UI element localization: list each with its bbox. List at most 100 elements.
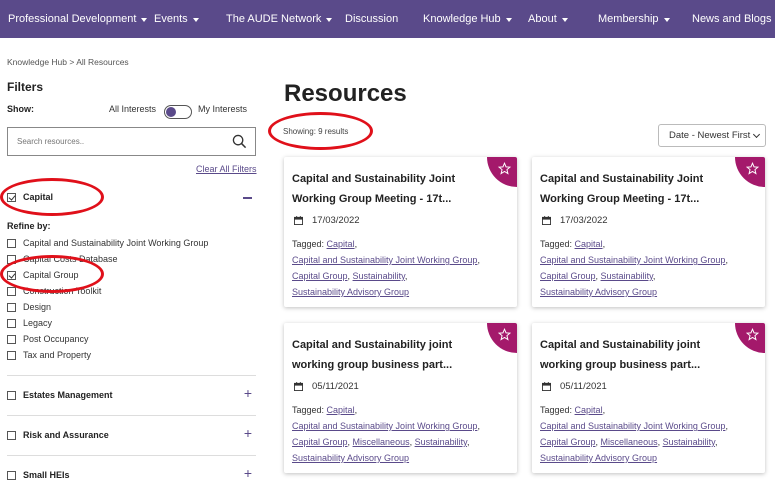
top-nav: Professional Development Events The AUDE…: [0, 0, 775, 38]
tag-link[interactable]: Capital Group: [540, 437, 596, 447]
collapse-icon[interactable]: [243, 197, 252, 199]
nav-aude-network[interactable]: The AUDE Network: [226, 0, 333, 38]
filter-checkbox[interactable]: [7, 350, 16, 360]
expand-plus-icon[interactable]: +: [244, 465, 252, 481]
filter-item[interactable]: Design: [7, 302, 51, 312]
star-icon[interactable]: [498, 162, 511, 175]
page-title: Resources: [284, 80, 407, 107]
card-title[interactable]: Capital and Sustainability Joint Working…: [540, 169, 730, 209]
filter-checkbox[interactable]: [7, 318, 16, 328]
divider: [7, 455, 256, 456]
tag-link[interactable]: Capital and Sustainability Joint Working…: [540, 255, 725, 265]
star-icon[interactable]: [746, 328, 759, 341]
resource-card[interactable]: Capital and Sustainability joint working…: [532, 323, 765, 473]
tag-link[interactable]: Capital Group: [540, 271, 596, 281]
category-checkbox[interactable]: [7, 430, 16, 440]
tagged-label: Tagged:: [540, 239, 573, 249]
filter-item[interactable]: Post Occupancy: [7, 334, 89, 344]
search-icon[interactable]: [232, 134, 247, 149]
caret-down-icon: [505, 17, 512, 22]
filter-checkbox[interactable]: [7, 286, 16, 296]
interests-toggle[interactable]: [164, 105, 192, 119]
nav-label: News and Blogs: [692, 13, 772, 25]
clear-all-filters-link[interactable]: Clear All Filters: [196, 164, 257, 174]
tag-link[interactable]: Sustainability: [415, 437, 467, 447]
tag-link[interactable]: Sustainability Advisory Group: [292, 287, 409, 297]
card-title[interactable]: Capital and Sustainability joint working…: [292, 335, 482, 375]
tag-link[interactable]: Capital: [327, 405, 355, 415]
tag-link[interactable]: Sustainability: [663, 437, 715, 447]
nav-membership[interactable]: Membership: [598, 0, 670, 38]
tag-link[interactable]: Sustainability Advisory Group: [292, 453, 409, 463]
filter-item[interactable]: Legacy: [7, 318, 52, 328]
show-label: Show:: [7, 104, 34, 114]
filter-label: Legacy: [23, 318, 53, 328]
card-date-row: 17/03/2022: [542, 215, 608, 226]
nav-label: Discussion: [345, 13, 399, 25]
expand-plus-icon[interactable]: +: [244, 425, 252, 441]
nav-professional-development[interactable]: Professional Development: [8, 0, 148, 38]
tag-link[interactable]: Capital Group: [292, 271, 348, 281]
caret-down-icon: [141, 17, 148, 22]
search-input[interactable]: [8, 128, 208, 155]
tag-link[interactable]: Sustainability Advisory Group: [540, 287, 657, 297]
toggle-knob: [166, 107, 176, 117]
category-checkbox[interactable]: [7, 390, 16, 400]
resource-card[interactable]: Capital and Sustainability joint working…: [284, 323, 517, 473]
card-date: 05/11/2021: [560, 381, 607, 392]
filter-checkbox[interactable]: [7, 334, 16, 344]
star-icon[interactable]: [498, 328, 511, 341]
tag-link[interactable]: Sustainability: [353, 271, 405, 281]
filter-checkbox[interactable]: [7, 302, 16, 312]
filter-label: Capital and Sustainability Joint Working…: [23, 238, 209, 248]
tag-link[interactable]: Capital: [575, 405, 603, 415]
nav-knowledge-hub[interactable]: Knowledge Hub: [423, 0, 512, 38]
expand-plus-icon[interactable]: +: [244, 385, 252, 401]
all-interests-label[interactable]: All Interests: [109, 104, 156, 114]
tag-link[interactable]: Sustainability: [601, 271, 653, 281]
tag-link[interactable]: Capital and Sustainability Joint Working…: [292, 255, 477, 265]
card-title[interactable]: Capital and Sustainability Joint Working…: [292, 169, 482, 209]
tag-link[interactable]: Miscellaneous: [601, 437, 658, 447]
filter-checkbox[interactable]: [7, 238, 16, 248]
category-label: Risk and Assurance: [23, 430, 109, 440]
category-risk-and-assurance[interactable]: Risk and Assurance +: [7, 425, 256, 441]
tag-link[interactable]: Capital and Sustainability Joint Working…: [292, 421, 477, 431]
tag-link[interactable]: Capital: [575, 239, 603, 249]
annotation-oval: [0, 255, 104, 293]
nav-news-and-blogs[interactable]: News and Blogs: [692, 0, 775, 38]
card-date-row: 05/11/2021: [542, 381, 607, 392]
nav-events[interactable]: Events: [154, 0, 199, 38]
calendar-icon: [294, 382, 303, 391]
refine-by-label: Refine by:: [7, 221, 51, 231]
tag-link[interactable]: Capital Group: [292, 437, 348, 447]
nav-label: Events: [154, 13, 188, 25]
card-date-row: 17/03/2022: [294, 215, 360, 226]
category-small-heis[interactable]: Small HEIs +: [7, 465, 256, 481]
tag-link[interactable]: Capital: [327, 239, 355, 249]
category-label: Estates Management: [23, 390, 113, 400]
sort-select[interactable]: Date - Newest First: [658, 124, 766, 147]
star-icon[interactable]: [746, 162, 759, 175]
nav-about[interactable]: About: [528, 0, 568, 38]
calendar-icon: [294, 216, 303, 225]
nav-discussion[interactable]: Discussion: [345, 0, 398, 38]
calendar-icon: [542, 216, 551, 225]
resource-card[interactable]: Capital and Sustainability Joint Working…: [532, 157, 765, 307]
filter-label: Design: [23, 302, 52, 312]
breadcrumb[interactable]: Knowledge Hub > All Resources: [7, 57, 129, 67]
card-title[interactable]: Capital and Sustainability joint working…: [540, 335, 730, 375]
category-checkbox[interactable]: [7, 470, 16, 480]
category-estates-management[interactable]: Estates Management +: [7, 385, 256, 401]
card-date: 05/11/2021: [312, 381, 359, 392]
tag-link[interactable]: Sustainability Advisory Group: [540, 453, 657, 463]
filter-item[interactable]: Tax and Property: [7, 350, 91, 360]
tag-link[interactable]: Capital and Sustainability Joint Working…: [540, 421, 725, 431]
filters-title: Filters: [7, 80, 44, 94]
tag-link[interactable]: Miscellaneous: [353, 437, 410, 447]
resource-card[interactable]: Capital and Sustainability Joint Working…: [284, 157, 517, 307]
card-date-row: 05/11/2021: [294, 381, 359, 392]
my-interests-label[interactable]: My Interests: [198, 104, 247, 114]
card-date: 17/03/2022: [312, 215, 360, 226]
filter-item[interactable]: Capital and Sustainability Joint Working…: [7, 238, 208, 248]
